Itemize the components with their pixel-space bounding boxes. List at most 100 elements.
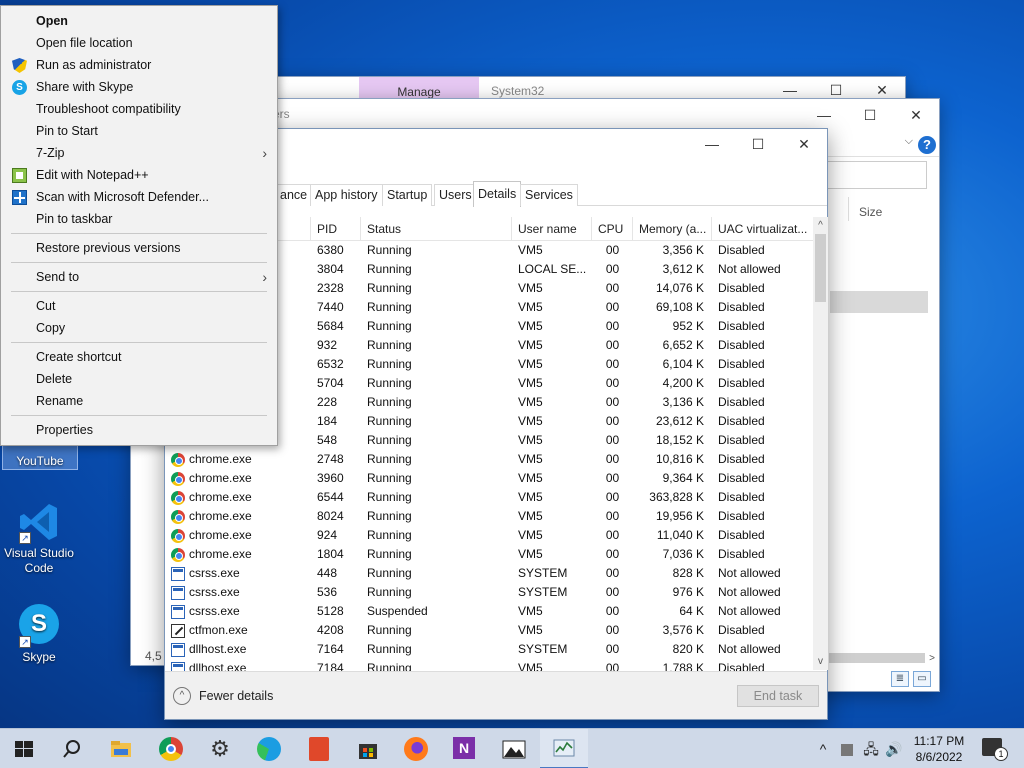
menu-item-delete[interactable]: Delete [1,368,277,390]
notification-center-icon[interactable]: 1 [982,738,1008,761]
chrome-icon [171,509,185,524]
process-uac-text: Disabled [718,547,765,561]
tab-startup[interactable]: Startup [382,184,433,206]
desktop-icon-vscode[interactable]: ↗ Visual Studio Code [1,500,77,576]
taskbar-store[interactable] [344,729,392,768]
menu-item-properties[interactable]: Properties [1,419,277,441]
vertical-scrollbar[interactable]: ^ v [813,217,828,670]
taskbar-edge[interactable] [245,729,293,768]
search-box[interactable] [827,161,927,189]
table-row[interactable]: chrome.exe 924 Running VM5 00 11,040 K Disable… [165,526,813,545]
menu-item-troubleshoot-compatibility[interactable]: Troubleshoot compatibility [1,98,277,120]
taskbar-photos[interactable] [490,729,538,768]
scrollbar-thumb[interactable] [829,653,925,663]
menu-item-open[interactable]: Open [1,10,277,32]
menu-item-7-zip[interactable]: 7-Zip › [1,142,277,164]
volume-icon[interactable]: 🔊 [884,729,904,768]
column-header-uac[interactable]: UAC virtualizat... [712,217,813,240]
taskbar-file-explorer[interactable] [97,729,145,768]
tab-users[interactable]: Users [434,184,477,206]
large-icons-view-icon[interactable]: ▭ [913,671,931,687]
minimize-button[interactable]: — [689,129,735,161]
table-row[interactable]: chrome.exe 8024 Running VM5 00 19,956 K Disabl… [165,507,813,526]
table-row[interactable]: csrss.exe 448 Running SYSTEM 00 828 K Not allo… [165,564,813,583]
menu-item-send-to[interactable]: Send to › [1,266,277,288]
menu-item-rename[interactable]: Rename [1,390,277,412]
menu-item-create-shortcut[interactable]: Create shortcut [1,346,277,368]
process-name-text: dllhost.exe [189,642,247,656]
size-column-header[interactable]: Size [859,205,882,219]
menu-item-cut[interactable]: Cut [1,295,277,317]
process-status-text: Running [367,528,412,542]
menu-item-edit-with-notepad[interactable]: Edit with Notepad++ [1,164,277,186]
table-row[interactable]: dllhost.exe 7164 Running SYSTEM 00 820 K Not a… [165,640,813,659]
end-task-button[interactable]: End task [737,685,819,707]
column-header-user-name[interactable]: User name [512,217,592,240]
table-row[interactable]: csrss.exe 536 Running SYSTEM 00 976 K Not allo… [165,583,813,602]
network-icon[interactable]: 🖧 [860,729,882,768]
menu-item-run-as-administrator[interactable]: Run as administrator [1,54,277,76]
search-button[interactable] [48,729,96,768]
table-row[interactable]: chrome.exe 1804 Running VM5 00 7,036 K Disable… [165,545,813,564]
taskbar-office[interactable] [295,729,343,768]
menu-item-restore-previous-versions[interactable]: Restore previous versions [1,237,277,259]
selected-row[interactable] [830,291,928,313]
close-button[interactable]: ✕ [781,129,827,161]
process-cpu: 00 [592,241,633,260]
menu-item-label: Pin to Start [36,124,98,138]
process-uac: Disabled [712,374,813,393]
taskbar-settings[interactable]: ⚙ [196,729,244,768]
table-row[interactable]: csrss.exe 5128 Suspended VM5 00 64 K Not allow… [165,602,813,621]
column-header-status[interactable]: Status [361,217,512,240]
clock-time: 11:17 PM [913,734,965,748]
process-pid: 6532 [311,355,361,374]
tray-app-icon[interactable] [838,729,856,768]
table-row[interactable]: chrome.exe 2748 Running VM5 00 10,816 K Disabl… [165,450,813,469]
horizontal-scrollbar[interactable]: > [829,651,939,665]
taskbar-task-manager[interactable] [540,729,588,768]
maximize-button[interactable]: ☐ [847,99,893,131]
tab-details[interactable]: Details [473,181,522,207]
column-header-memory[interactable]: Memory (a... [633,217,712,240]
process-cpu-text: 00 [605,319,620,333]
desktop-icon-skype[interactable]: S ↗ Skype [1,604,77,665]
taskbar-firefox[interactable] [392,729,440,768]
scroll-up-arrow-icon[interactable]: ^ [813,217,828,234]
process-status: Running [361,317,512,336]
tab-services[interactable]: Services [520,184,578,206]
fewer-details-button[interactable]: ^ Fewer details [173,687,273,705]
start-button[interactable] [0,729,48,768]
show-hidden-icons-icon[interactable]: ^ [812,729,834,768]
menu-item-share-with-skype[interactable]: S Share with Skype [1,76,277,98]
process-user: VM5 [512,507,592,526]
process-user-text: VM5 [518,395,543,409]
menu-item-pin-to-taskbar[interactable]: Pin to taskbar [1,208,277,230]
scroll-down-arrow-icon[interactable]: v [813,653,828,670]
column-header-pid[interactable]: PID [311,217,361,240]
taskbar-onenote[interactable]: N [441,729,489,768]
process-user: VM5 [512,317,592,336]
minimize-button[interactable]: — [801,99,847,131]
process-status-text: Running [367,471,412,485]
menu-item-scan-with-microsoft-defender[interactable]: Scan with Microsoft Defender... [1,186,277,208]
details-view-icon[interactable]: ≣ [891,671,909,687]
tab-app-history[interactable]: App history [310,184,383,206]
menu-item-copy[interactable]: Copy [1,317,277,339]
scrollbar-thumb[interactable] [815,234,826,302]
close-button[interactable]: ✕ [893,99,939,131]
table-row[interactable]: ctfmon.exe 4208 Running VM5 00 3,576 K Disable… [165,621,813,640]
title-bar[interactable]: ers — ☐ ✕ [273,99,939,131]
scroll-right-arrow-icon[interactable]: > [925,653,939,664]
taskbar-chrome[interactable] [147,729,195,768]
tab-performance[interactable]: ance [275,184,313,206]
table-row[interactable]: chrome.exe 6544 Running VM5 00 363,828 K Disab… [165,488,813,507]
chevron-down-icon[interactable]: ⌵ [905,135,913,148]
maximize-button[interactable]: ☐ [735,129,781,161]
table-row[interactable]: chrome.exe 3960 Running VM5 00 9,364 K Disable… [165,469,813,488]
clock[interactable]: 11:17 PM 8/6/2022 [902,733,976,765]
help-icon[interactable]: ? [918,136,936,154]
menu-item-open-file-location[interactable]: Open file location [1,32,277,54]
process-user: VM5 [512,336,592,355]
menu-item-pin-to-start[interactable]: Pin to Start [1,120,277,142]
column-header-cpu[interactable]: CPU [592,217,633,240]
